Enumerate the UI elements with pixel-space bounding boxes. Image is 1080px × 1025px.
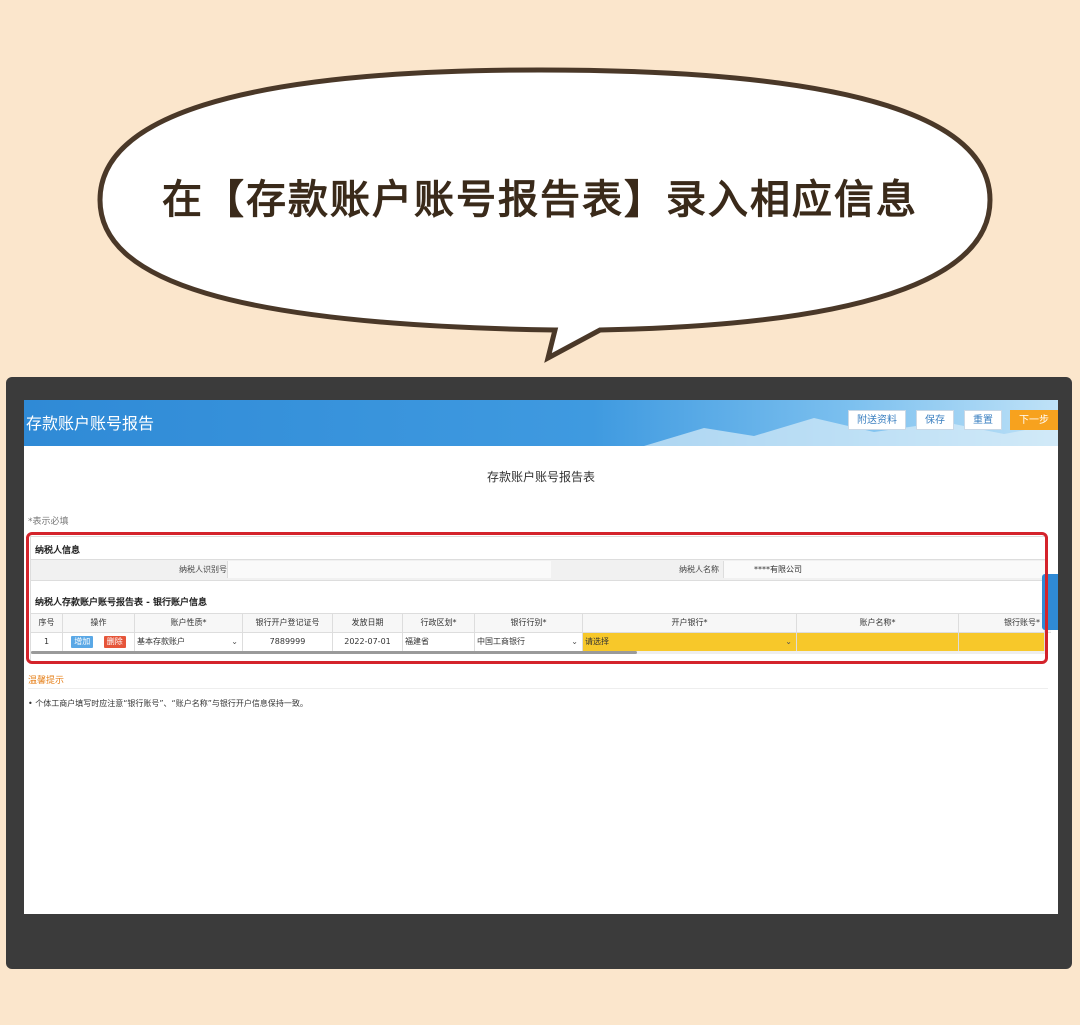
reset-button[interactable]: 重置 <box>964 410 1002 430</box>
tips-text: • 个体工商户填写时应注意“银行账号”、“账户名称”与银行开户信息保持一致。 <box>28 699 308 708</box>
speech-bubble: 在【存款账户账号报告表】录入相应信息 <box>0 0 1080 370</box>
form-title: 存款账户账号报告表 <box>486 470 595 484</box>
divider <box>28 688 1048 689</box>
save-button[interactable]: 保存 <box>916 410 954 430</box>
app-title: 存款账户账号报告 <box>26 414 155 433</box>
next-button[interactable]: 下一步 <box>1010 410 1058 430</box>
bubble-caption: 在【存款账户账号报告表】录入相应信息 <box>162 177 918 223</box>
tips-title: 温馨提示 <box>28 676 65 686</box>
app-header: 存款账户账号报告 附送资料 保存 重置 下一步 <box>24 400 1058 446</box>
required-note: *表示必填 <box>28 517 69 527</box>
highlight-frame <box>26 532 1048 664</box>
attach-button[interactable]: 附送资料 <box>848 410 906 430</box>
